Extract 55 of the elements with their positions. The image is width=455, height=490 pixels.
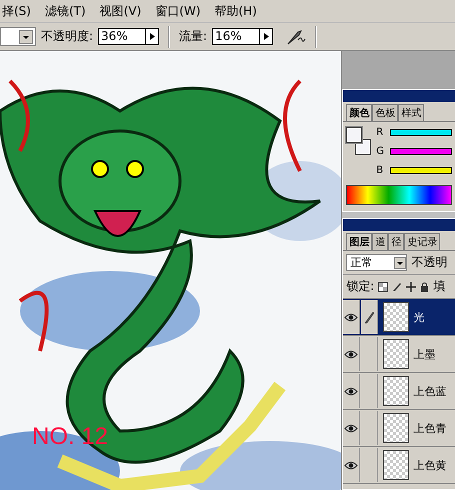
lock-transparency-icon[interactable] [378,282,388,292]
eye-icon[interactable] [344,350,358,358]
blend-mode-dropdown[interactable]: 正常 [346,254,408,271]
panel-tab[interactable]: 色板 [372,104,398,121]
layer-row[interactable]: 上色青 [343,410,455,447]
menu-item[interactable]: 窗口(W) [155,2,200,20]
fill-label: 填 [433,278,446,295]
flow-field[interactable]: 16% [212,28,260,45]
panel-tab[interactable]: 径 [388,233,404,250]
panel-tab[interactable]: 颜色 [346,104,372,121]
channel-label: R [376,127,384,138]
layer-thumbnail [383,376,410,406]
eye-icon[interactable] [344,386,358,396]
eye-icon[interactable] [344,424,358,432]
brush-icon [363,310,376,324]
color-swatches-icon[interactable] [346,127,370,155]
layer-thumbnail [383,413,410,443]
menu-item[interactable]: 择(S) [2,2,31,20]
channel-slider[interactable] [390,148,452,155]
opacity-label: 不透明度: [41,28,94,45]
layer-thumbnail [383,450,410,480]
airbrush-icon[interactable] [286,28,306,46]
flow-label: 流量: [179,28,208,45]
channel-slider[interactable] [390,129,452,136]
menu-item[interactable]: 滤镜(T) [44,2,86,20]
layer-row[interactable]: 上墨 [343,336,455,373]
brush-icon[interactable] [392,282,402,292]
layer-thumbnail [383,302,410,332]
triangle-icon [264,33,269,40]
channel-label: B [376,165,384,176]
layer-opacity-label: 不透明 [411,254,448,271]
panel-tab[interactable]: 样式 [398,104,424,121]
panel-tab[interactable]: 史记录 [404,233,440,250]
lock-label: 锁定: [346,278,374,295]
layer-row[interactable]: 上色黄 [343,447,455,484]
artwork-caption: NO. 12 [32,423,108,451]
layer-row[interactable]: 上色蓝 [343,373,455,410]
channel-slider[interactable] [390,167,452,174]
layer-thumbnail [383,339,410,369]
color-spectrum[interactable] [346,185,452,205]
opacity-slider-button[interactable] [145,28,160,45]
flow-slider-button[interactable] [259,28,274,45]
layer-row[interactable]: 光 [343,299,455,336]
panel-tab[interactable]: 图层 [346,233,372,250]
move-icon[interactable] [406,282,416,292]
eye-icon[interactable] [344,312,358,322]
eye-icon[interactable] [344,460,358,470]
menu-item[interactable]: 帮助(H) [214,2,257,20]
preset-dropdown[interactable] [0,27,36,46]
opacity-field[interactable]: 36% [98,28,146,45]
channel-label: G [376,146,384,157]
triangle-icon [150,33,155,40]
panel-tab[interactable]: 道 [372,233,388,250]
lock-icon[interactable] [420,282,430,292]
menu-item[interactable]: 视图(V) [100,2,142,20]
